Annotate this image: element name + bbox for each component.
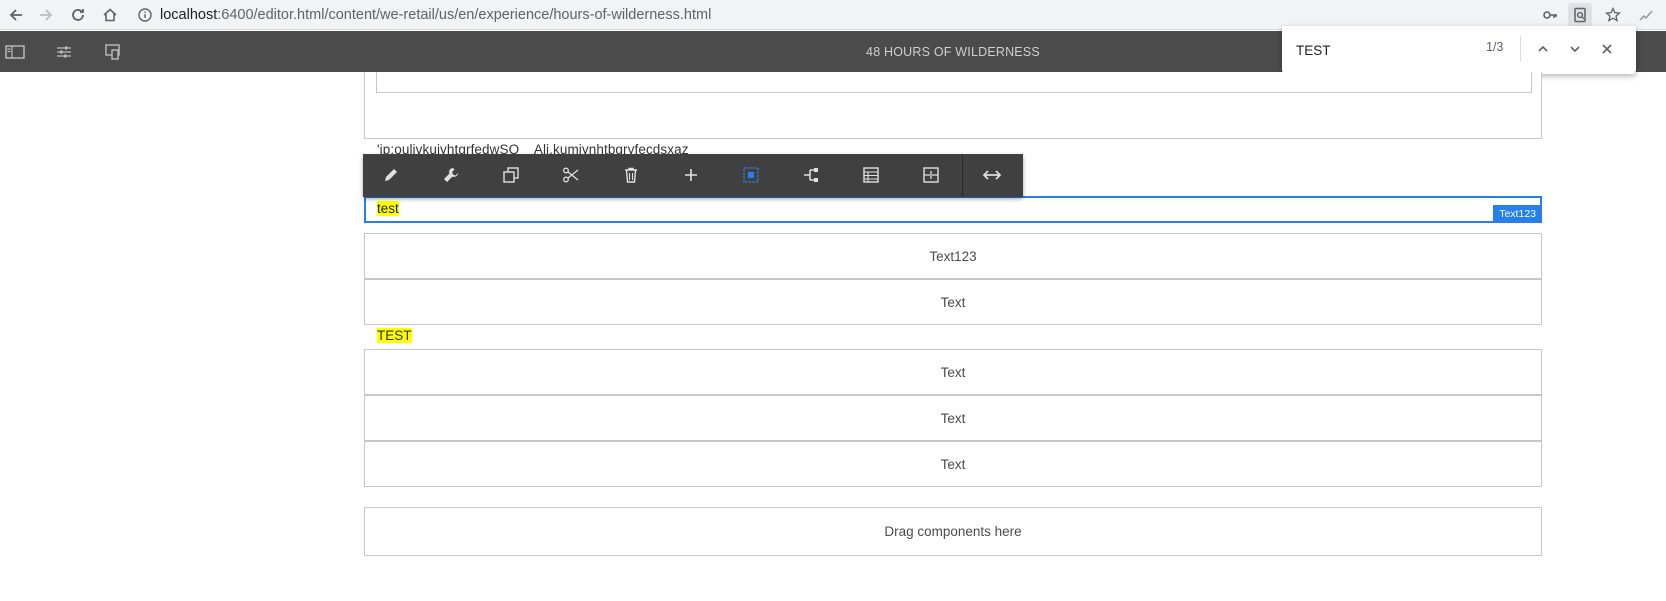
- cut-button[interactable]: [560, 164, 582, 186]
- address-bar[interactable]: localhost:6400/editor.html/content/we-re…: [138, 3, 1518, 27]
- text-component[interactable]: Text: [364, 441, 1542, 487]
- chevron-down-icon: [1570, 46, 1580, 53]
- password-key-button[interactable]: [1538, 3, 1562, 27]
- arrow-right-icon: [40, 9, 53, 21]
- text-component[interactable]: Text: [364, 349, 1542, 395]
- text-component[interactable]: Text123: [364, 233, 1542, 279]
- scissors-icon: [563, 167, 579, 183]
- component-label: Text123: [929, 248, 977, 264]
- pencil-icon: [385, 169, 397, 181]
- reload-button[interactable]: [66, 3, 90, 27]
- url-path: :6400/editor.html/content/we-retail/us/e…: [217, 7, 712, 23]
- forward-button[interactable]: [34, 3, 58, 27]
- group-button[interactable]: [740, 164, 762, 186]
- drop-zone[interactable]: Drag components here: [364, 507, 1542, 556]
- toolbar-separator: [962, 154, 963, 197]
- drop-zone-label: Drag components here: [884, 524, 1022, 539]
- copy-button[interactable]: [500, 164, 522, 186]
- arrow-left-icon: [9, 9, 22, 21]
- home-icon: [103, 8, 117, 22]
- text-component[interactable]: Text: [364, 395, 1542, 441]
- resize-button[interactable]: [981, 164, 1003, 186]
- split-button[interactable]: [920, 164, 942, 186]
- star-icon: [1605, 7, 1621, 22]
- bookmark-button[interactable]: [1601, 3, 1625, 27]
- selected-text: test: [377, 201, 399, 216]
- component-toolbar: [363, 154, 1023, 197]
- back-button[interactable]: [4, 3, 28, 27]
- chevron-up-icon: [1538, 45, 1548, 52]
- extension-button[interactable]: [1634, 3, 1658, 27]
- info-icon: [138, 8, 152, 22]
- find-close-button[interactable]: [1596, 38, 1618, 60]
- find-previous-button[interactable]: [1532, 38, 1554, 60]
- split-icon: [923, 167, 939, 183]
- parent-button[interactable]: [800, 164, 822, 186]
- find-page-icon: [1574, 7, 1586, 23]
- component-label-badge: Text123: [1493, 205, 1542, 223]
- group-select-icon: [743, 167, 759, 183]
- find-divider: [1520, 36, 1521, 62]
- extension-check-icon: [1639, 10, 1653, 21]
- highlighted-text[interactable]: TEST: [377, 328, 412, 343]
- close-icon: [1602, 44, 1612, 54]
- plus-icon: [685, 169, 697, 181]
- wrench-icon: [444, 168, 458, 182]
- hierarchy-icon: [804, 168, 818, 182]
- reload-icon: [72, 9, 84, 21]
- home-button[interactable]: [98, 3, 122, 27]
- content-frame[interactable]: [364, 72, 1542, 139]
- copy-icon: [503, 167, 519, 183]
- component-label: Text: [940, 364, 966, 380]
- nested-frame: [376, 72, 1532, 93]
- configure-button[interactable]: [440, 164, 462, 186]
- layout-icon: [863, 167, 879, 183]
- component-label: Text: [940, 294, 966, 310]
- text-component[interactable]: Text: [364, 279, 1542, 325]
- delete-button[interactable]: [620, 164, 642, 186]
- insert-button[interactable]: [680, 164, 702, 186]
- component-label: Text: [940, 410, 966, 426]
- find-in-page-button[interactable]: [1568, 3, 1592, 27]
- find-next-button[interactable]: [1564, 38, 1586, 60]
- component-label: Text: [940, 456, 966, 472]
- trash-icon: [625, 167, 637, 183]
- key-icon: [1543, 11, 1557, 19]
- layout-button[interactable]: [860, 164, 882, 186]
- resize-horizontal-icon: [982, 170, 1002, 180]
- find-match-highlight: TEST: [377, 328, 412, 343]
- edit-button[interactable]: [380, 164, 402, 186]
- find-match-count: 1/3: [1486, 40, 1504, 54]
- selected-text-component[interactable]: test Text123: [364, 196, 1542, 223]
- find-input[interactable]: [1296, 39, 1466, 61]
- url-host: localhost: [160, 7, 218, 23]
